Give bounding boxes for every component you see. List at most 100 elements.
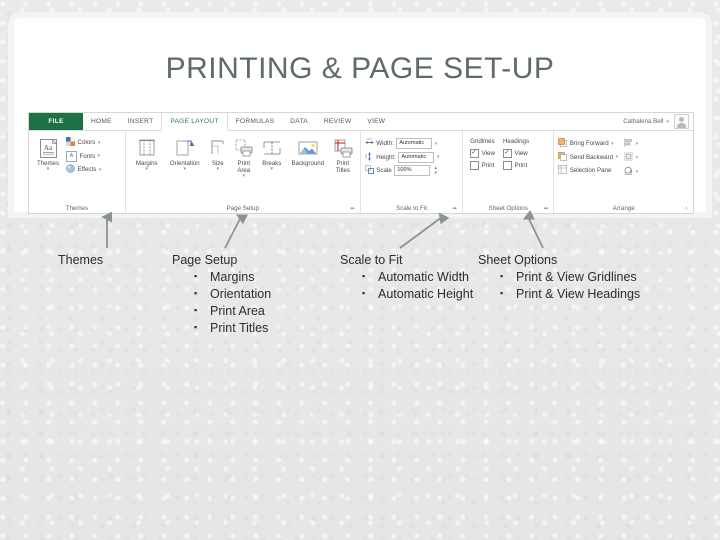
excel-ribbon: FILE HOME INSERT PAGE LAYOUT FORMULAS DA…: [28, 112, 694, 214]
tab-home[interactable]: HOME: [83, 113, 120, 130]
print-area-label: Print Area: [237, 160, 251, 174]
ribbon-collapse-icon[interactable]: ˄: [685, 206, 688, 212]
tab-strip-spacer: [393, 113, 623, 130]
tab-file[interactable]: FILE: [29, 113, 83, 130]
themes-button[interactable]: Aa Themes ▾: [33, 136, 63, 172]
bullet-icon: ▪: [194, 305, 198, 315]
sheet-options-group-label: Sheet Options ⬌: [467, 205, 549, 213]
gridlines-view-option[interactable]: View: [470, 148, 495, 158]
margins-dropdown-arrow[interactable]: ▾: [146, 167, 149, 172]
scale-width-field-row[interactable]: Width: Automatic ▾: [365, 138, 438, 149]
account-menu[interactable]: Cathalena Bell ▾: [623, 113, 693, 130]
page-title: PRINTING & PAGE SET-UP: [165, 52, 555, 85]
selection-pane-label: Selection Pane: [569, 167, 612, 174]
page-setup-group-body: Margins ▾ Orientation ▾ Size ▾ Print Are…: [130, 134, 356, 205]
arrange-group-label: Arrange ˄: [558, 205, 689, 213]
print-area-dropdown-arrow[interactable]: ▾: [243, 174, 246, 179]
callout-column-sheet-options: Sheet Options ▪ Print & View Gridlines ▪ P…: [478, 252, 643, 303]
send-backward-button[interactable]: Send Backward ▾: [558, 151, 619, 163]
scale-width-chevron-down-icon[interactable]: ▾: [435, 141, 438, 147]
theme-fonts-chevron-down-icon[interactable]: ▾: [97, 153, 100, 159]
scale-to-fit-dialog-launcher-icon[interactable]: ⬌: [453, 206, 458, 212]
theme-effects-label: Effects: [77, 166, 97, 173]
send-backward-chevron-down-icon[interactable]: ▾: [616, 154, 619, 160]
gridlines-print-label: Print: [481, 162, 495, 169]
callout-column-themes: Themes: [58, 252, 168, 269]
scale-height-field-row[interactable]: Height: Automatic ▾: [365, 151, 440, 163]
list-item-label: Orientation: [210, 287, 272, 301]
print-area-button[interactable]: Print Area ▾: [231, 136, 257, 179]
tab-formulas[interactable]: FORMULAS: [228, 113, 283, 130]
tab-insert[interactable]: INSERT: [120, 113, 162, 130]
callout-sheet-options-heading: Sheet Options: [478, 253, 558, 267]
scale-percent-spinner[interactable]: ▲ ▼: [434, 165, 438, 176]
theme-effects-chevron-down-icon[interactable]: ▾: [99, 167, 102, 173]
account-name: Cathalena Bell: [623, 118, 664, 125]
tab-review[interactable]: REVIEW: [316, 113, 360, 130]
background-label: Background: [291, 160, 325, 167]
gridlines-header: Gridlines: [470, 138, 495, 145]
page-setup-dialog-launcher-icon[interactable]: ⬌: [350, 206, 355, 212]
headings-print-checkbox[interactable]: [502, 161, 512, 170]
theme-effects-button[interactable]: Effects ▾: [66, 164, 101, 175]
gridlines-print-option[interactable]: Print: [470, 161, 494, 170]
scale-to-fit-group-label-text: Scale to Fit: [395, 205, 427, 212]
gridlines-view-checkbox[interactable]: [470, 148, 480, 158]
sheet-options-group-label-text: Sheet Options: [488, 205, 528, 212]
tab-data[interactable]: DATA: [282, 113, 316, 130]
tab-view[interactable]: VIEW: [359, 113, 393, 130]
headings-print-option[interactable]: Print: [502, 161, 528, 170]
selection-pane-button[interactable]: Selection Pane: [558, 165, 618, 176]
list-item: ▪ Print Area: [172, 303, 332, 320]
theme-colors-button[interactable]: Colors ▾: [66, 137, 101, 148]
spinner-down-icon[interactable]: ▼: [434, 170, 438, 176]
arrow-page-setup: [224, 214, 248, 249]
effects-icon: [66, 164, 75, 175]
rotate-button[interactable]: ▾: [624, 166, 638, 177]
list-item-label: Automatic Width: [378, 270, 470, 284]
headings-header: Headings: [502, 138, 530, 145]
bring-forward-button[interactable]: Bring Forward ▾: [558, 138, 618, 149]
scale-width-input[interactable]: Automatic: [396, 138, 433, 149]
headings-view-option[interactable]: View: [502, 148, 528, 158]
theme-colors-chevron-down-icon[interactable]: ▾: [98, 140, 101, 146]
avatar[interactable]: [674, 114, 689, 129]
headings-view-checkbox[interactable]: [502, 148, 512, 158]
bullet-icon: ▪: [500, 271, 504, 281]
theme-fonts-button[interactable]: A Fonts ▾: [66, 150, 101, 162]
background-button[interactable]: Background: [287, 136, 329, 167]
align-chevron-down-icon[interactable]: ▾: [636, 141, 639, 147]
gridlines-column: Gridlines View Print: [470, 138, 495, 170]
orientation-button[interactable]: Orientation ▾: [165, 136, 205, 172]
scale-height-label: Height:: [376, 153, 396, 161]
headings-print-label: Print: [514, 162, 528, 169]
sheet-options-dialog-launcher-icon[interactable]: ⬌: [544, 206, 549, 212]
size-icon: [208, 136, 228, 160]
orientation-icon: [174, 136, 196, 160]
gridlines-print-checkbox[interactable]: [470, 161, 480, 170]
bring-forward-chevron-down-icon[interactable]: ▾: [611, 141, 614, 147]
bullet-icon: ▪: [500, 288, 504, 298]
margins-button[interactable]: Margins ▾: [130, 136, 164, 172]
group-button[interactable]: ▾: [624, 152, 638, 163]
scale-height-chevron-down-icon[interactable]: ▾: [437, 154, 440, 160]
list-item: ▪ Orientation: [172, 286, 332, 303]
rotate-chevron-down-icon[interactable]: ▾: [636, 169, 639, 175]
size-dropdown-arrow[interactable]: ▾: [217, 167, 220, 172]
callout-column-scale-to-fit: Scale to Fit ▪ Automatic Width ▪ Automatic…: [340, 252, 475, 303]
themes-dropdown-arrow[interactable]: ▾: [47, 167, 50, 172]
group-chevron-down-icon[interactable]: ▾: [636, 155, 639, 161]
scale-percent-label: Scale: [376, 167, 392, 174]
scale-percent-input[interactable]: 100%: [394, 165, 431, 176]
arrange-extra-buttons: ▾ ▾ ▾: [624, 137, 638, 177]
orientation-dropdown-arrow[interactable]: ▾: [184, 167, 187, 172]
align-button[interactable]: ▾: [624, 138, 638, 149]
print-titles-button[interactable]: Print Titles: [330, 136, 356, 174]
size-button[interactable]: Size ▾: [206, 136, 230, 172]
tab-page-layout[interactable]: PAGE LAYOUT: [161, 113, 228, 131]
breaks-dropdown-arrow[interactable]: ▾: [271, 167, 274, 172]
scale-height-input[interactable]: Automatic: [398, 151, 435, 163]
scale-percent-field-row[interactable]: Scale 100% ▲ ▼: [364, 165, 438, 176]
headings-view-label: View: [514, 150, 528, 157]
breaks-button[interactable]: Breaks ▾: [258, 136, 286, 172]
